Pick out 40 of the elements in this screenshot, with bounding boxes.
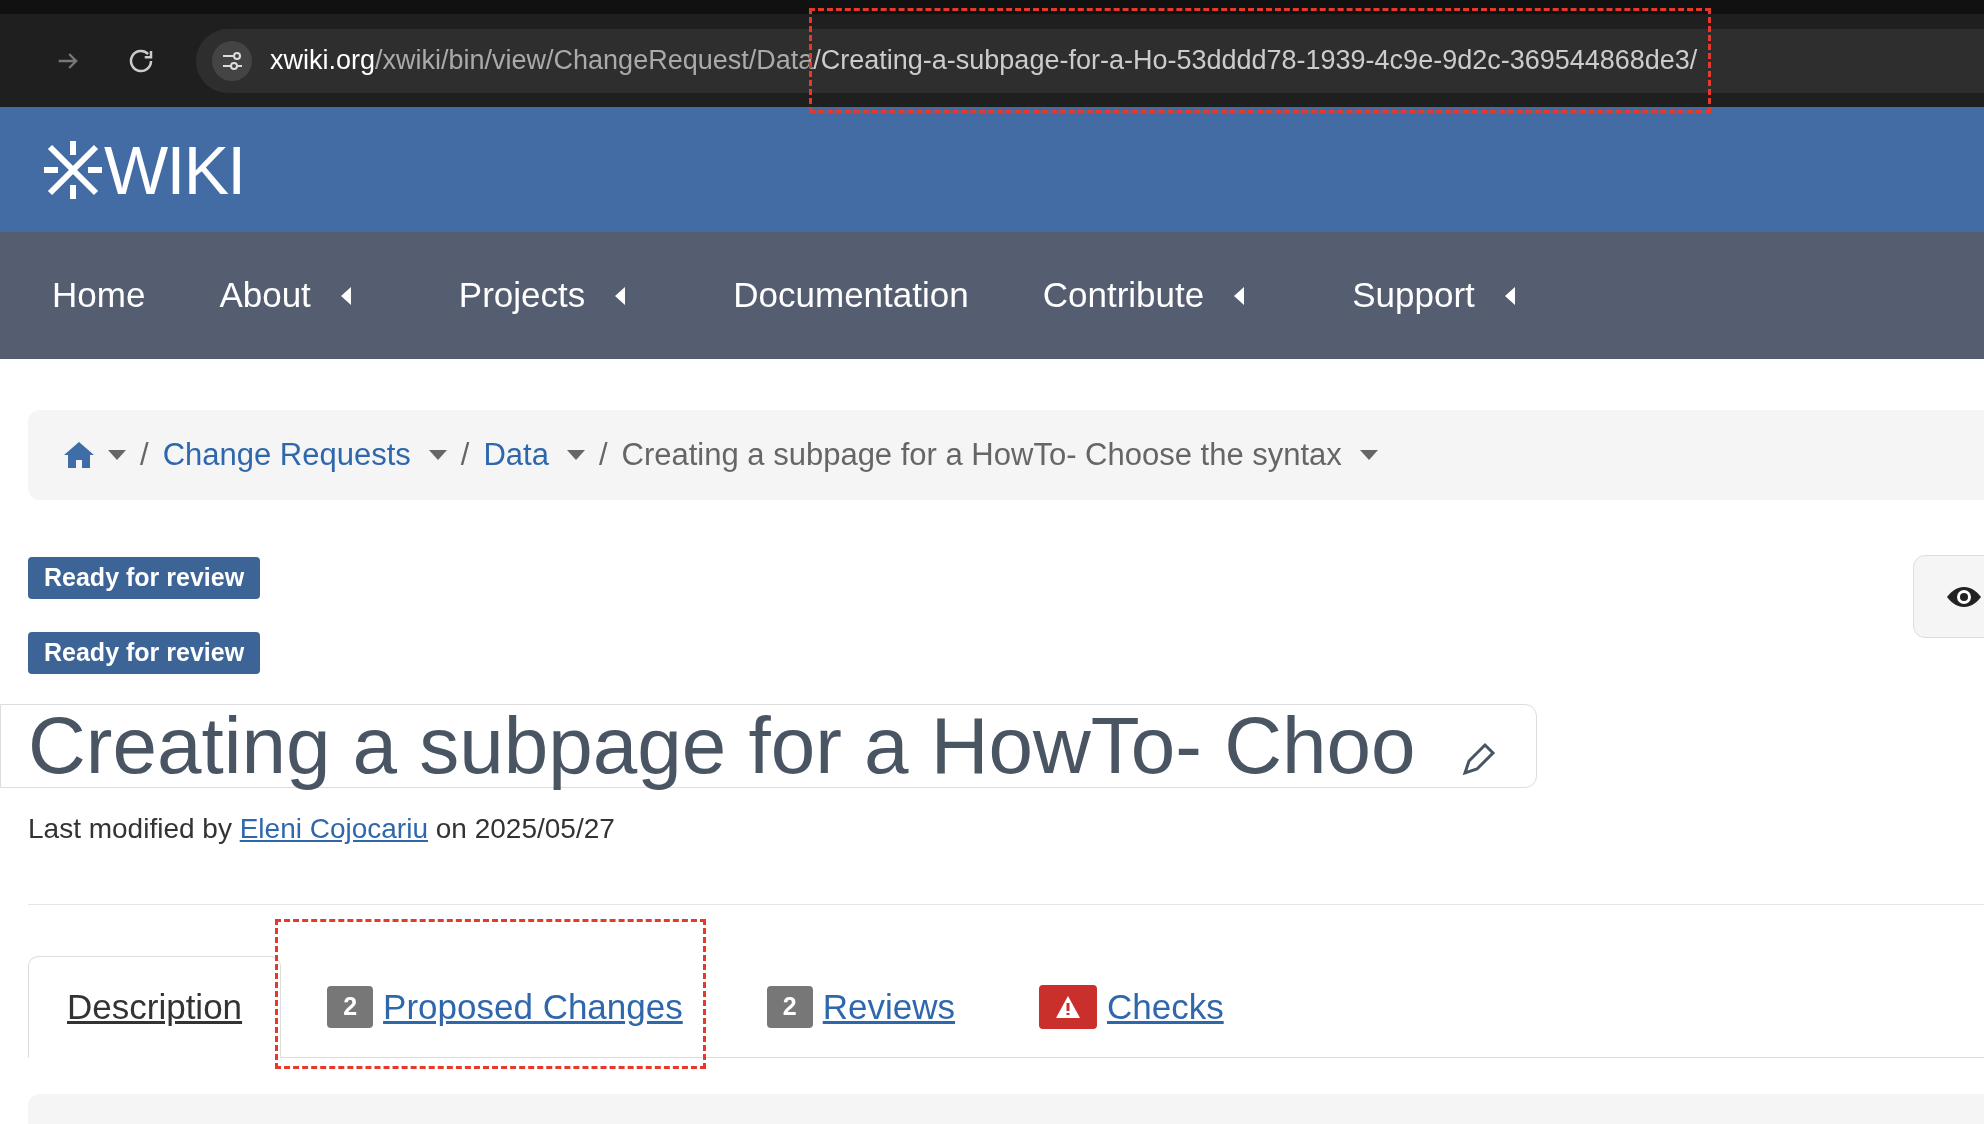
caret-icon[interactable]: [615, 286, 626, 305]
last-modified-text: Last modified by Eleni Cojocariu on 2025/05/27: [28, 812, 616, 846]
home-icon[interactable]: [64, 442, 94, 468]
status-badge: Ready for review: [28, 632, 261, 674]
tab[interactable]: Description: [28, 956, 282, 1058]
breadcrumb-item[interactable]: Change Requests: [162, 431, 411, 479]
tab[interactable]: 2 Proposed Changes: [285, 956, 725, 1058]
title-field[interactable]: Creating a subpage for a HowTo- Choo: [0, 704, 1537, 788]
nav-item[interactable]: Support: [1352, 269, 1549, 322]
breadcrumb-item[interactable]: Data: [483, 431, 549, 479]
warning-icon: [1055, 995, 1081, 1019]
caret-icon[interactable]: [1234, 286, 1245, 305]
view-toggle-button[interactable]: [1913, 555, 1984, 638]
logo-mark-icon: [42, 138, 104, 201]
caret-icon[interactable]: [428, 450, 447, 460]
status-badge: Ready for review: [28, 557, 261, 599]
nav-item[interactable]: About: [219, 269, 385, 322]
eye-icon: [1946, 584, 1982, 609]
author-link[interactable]: Eleni Cojocariu: [239, 813, 428, 844]
logo[interactable]: WIKI: [42, 135, 245, 204]
count-badge: 2: [327, 986, 374, 1028]
tab[interactable]: 2 Reviews: [724, 956, 997, 1058]
nav-item[interactable]: Documentation: [733, 269, 969, 322]
breadcrumb-separator: /: [598, 435, 608, 474]
caret-icon[interactable]: [108, 450, 126, 460]
site-settings-icon[interactable]: [212, 40, 252, 81]
caret-icon[interactable]: [340, 286, 351, 305]
breadcrumb-item[interactable]: Creating a subpage for a HowTo- Choose the syntax: [621, 431, 1342, 479]
caret-icon[interactable]: [1359, 450, 1378, 460]
logo-text: WIKI: [104, 135, 245, 204]
breadcrumb-separator: /: [140, 435, 149, 474]
nav-item[interactable]: Projects: [458, 269, 660, 322]
tab[interactable]: Checks: [997, 956, 1266, 1058]
count-badge: 2: [766, 986, 813, 1028]
url-text: xwiki.org/xwiki/bin/view/ChangeRequest/Data: [270, 44, 814, 78]
nav-item[interactable]: Contribute: [1042, 269, 1279, 322]
breadcrumb-separator: /: [460, 435, 470, 474]
nav-item[interactable]: Home: [52, 269, 146, 322]
caret-icon[interactable]: [1504, 286, 1515, 305]
caret-icon[interactable]: [566, 450, 585, 460]
